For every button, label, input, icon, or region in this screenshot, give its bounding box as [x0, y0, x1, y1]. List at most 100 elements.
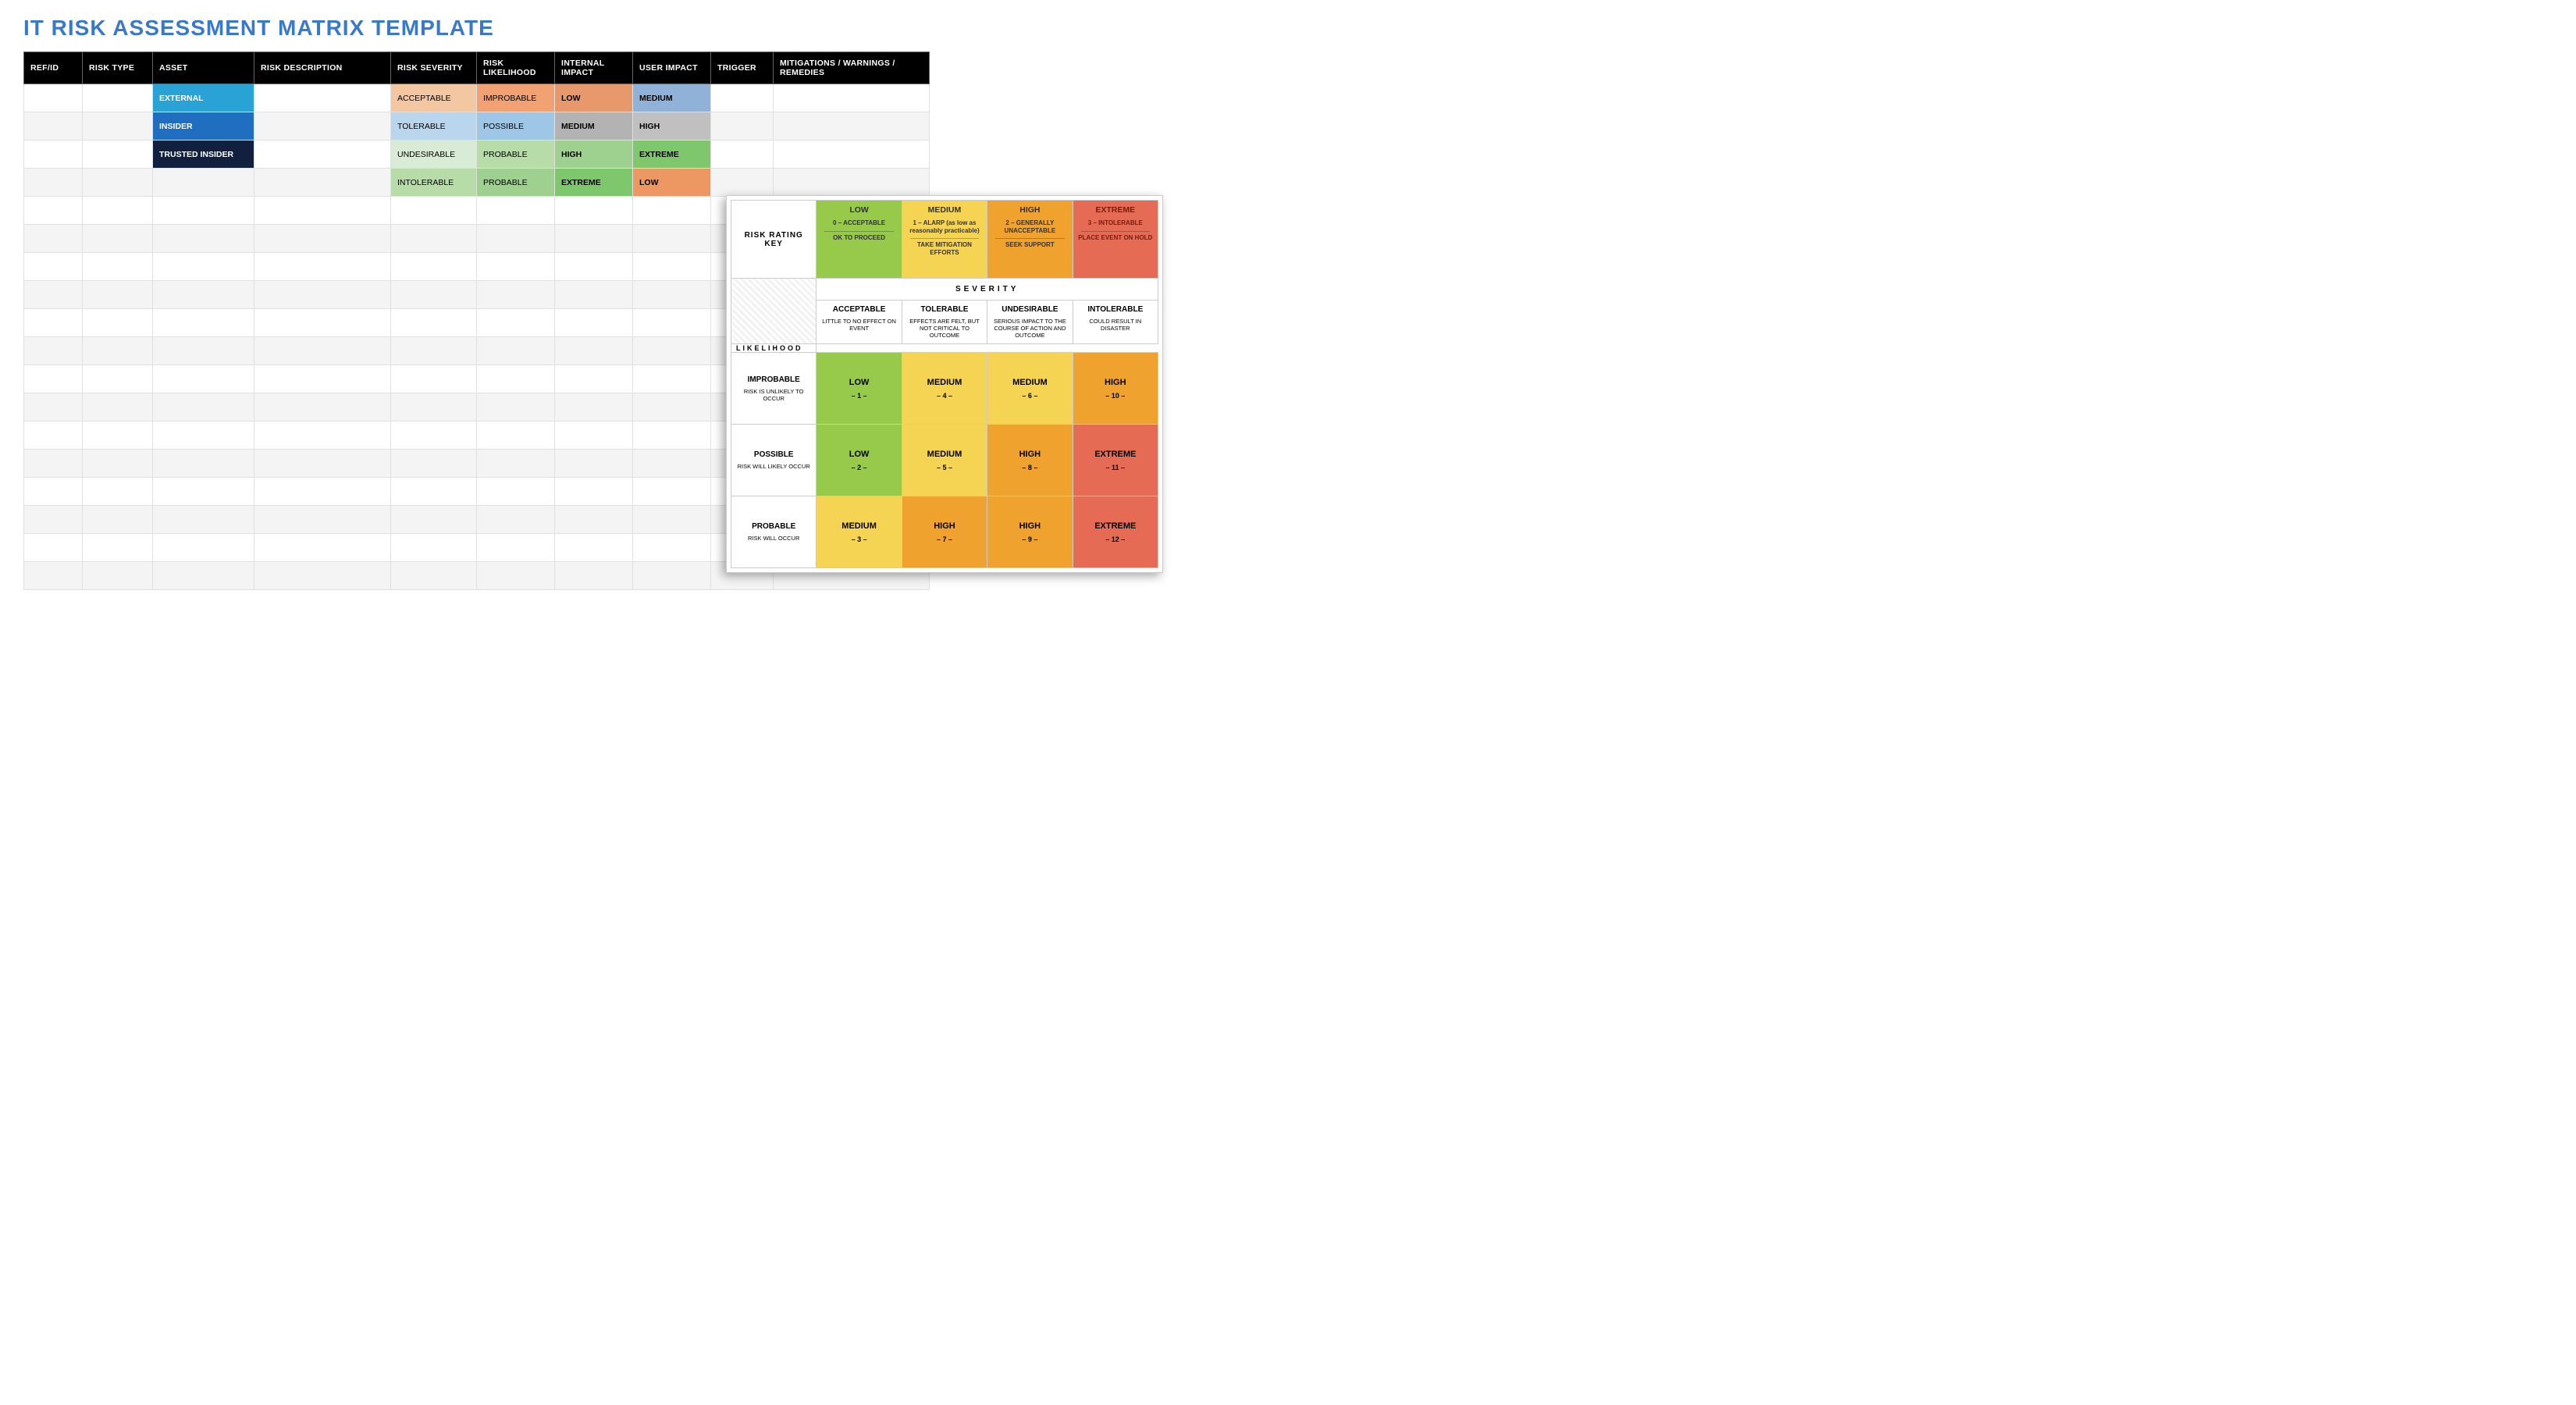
table-cell[interactable]	[83, 534, 153, 562]
table-cell[interactable]	[391, 281, 477, 309]
table-cell[interactable]	[555, 562, 633, 590]
table-cell[interactable]	[83, 337, 153, 365]
table-cell[interactable]	[153, 281, 254, 309]
table-cell[interactable]	[711, 84, 774, 112]
table-cell[interactable]	[24, 84, 83, 112]
table-cell[interactable]	[555, 197, 633, 225]
table-cell[interactable]	[153, 253, 254, 281]
table-cell[interactable]	[477, 365, 555, 393]
table-cell[interactable]	[477, 450, 555, 478]
table-cell[interactable]	[391, 562, 477, 590]
table-cell[interactable]	[633, 506, 711, 534]
table-cell[interactable]	[153, 422, 254, 450]
table-cell[interactable]	[153, 478, 254, 506]
table-cell[interactable]	[24, 225, 83, 253]
table-cell[interactable]	[153, 225, 254, 253]
table-cell[interactable]: LOW	[555, 84, 633, 112]
table-cell[interactable]	[83, 506, 153, 534]
table-cell[interactable]	[711, 112, 774, 140]
table-cell[interactable]	[254, 478, 391, 506]
table-cell[interactable]	[477, 393, 555, 422]
table-cell[interactable]	[555, 393, 633, 422]
table-cell[interactable]	[24, 506, 83, 534]
table-cell[interactable]	[555, 534, 633, 562]
table-cell[interactable]	[153, 450, 254, 478]
table-cell[interactable]	[774, 169, 930, 197]
table-cell[interactable]	[254, 140, 391, 169]
table-cell[interactable]	[83, 140, 153, 169]
table-cell[interactable]	[391, 225, 477, 253]
table-cell[interactable]	[153, 562, 254, 590]
table-cell[interactable]	[477, 562, 555, 590]
table-cell[interactable]: PROBABLE	[477, 169, 555, 197]
table-cell[interactable]	[633, 562, 711, 590]
table-cell[interactable]	[391, 506, 477, 534]
table-cell[interactable]	[153, 169, 254, 197]
table-cell[interactable]	[391, 309, 477, 337]
table-cell[interactable]	[254, 365, 391, 393]
table-cell[interactable]: LOW	[633, 169, 711, 197]
table-cell[interactable]	[24, 562, 83, 590]
table-cell[interactable]	[153, 365, 254, 393]
table-cell[interactable]	[24, 365, 83, 393]
table-cell[interactable]	[477, 309, 555, 337]
table-cell[interactable]	[633, 422, 711, 450]
table-cell[interactable]: MEDIUM	[633, 84, 711, 112]
table-cell[interactable]	[153, 506, 254, 534]
table-cell[interactable]	[83, 365, 153, 393]
table-cell[interactable]	[555, 337, 633, 365]
table-cell[interactable]	[254, 281, 391, 309]
table-cell[interactable]: EXTREME	[555, 169, 633, 197]
table-cell[interactable]: INSIDER	[153, 112, 254, 140]
table-cell[interactable]: UNDESIRABLE	[391, 140, 477, 169]
table-cell[interactable]	[391, 253, 477, 281]
table-cell[interactable]	[477, 337, 555, 365]
table-cell[interactable]	[555, 422, 633, 450]
table-cell[interactable]	[477, 506, 555, 534]
table-cell[interactable]	[83, 309, 153, 337]
table-cell[interactable]: POSSIBLE	[477, 112, 555, 140]
table-cell[interactable]	[254, 112, 391, 140]
table-cell[interactable]: EXTERNAL	[153, 84, 254, 112]
table-cell[interactable]	[391, 450, 477, 478]
table-cell[interactable]	[83, 562, 153, 590]
table-cell[interactable]	[254, 84, 391, 112]
table-cell[interactable]: ACCEPTABLE	[391, 84, 477, 112]
table-cell[interactable]	[24, 169, 83, 197]
table-cell[interactable]	[391, 534, 477, 562]
table-cell[interactable]: TRUSTED INSIDER	[153, 140, 254, 169]
table-cell[interactable]	[24, 140, 83, 169]
table-cell[interactable]	[254, 225, 391, 253]
table-cell[interactable]	[153, 393, 254, 422]
table-cell[interactable]	[83, 112, 153, 140]
table-cell[interactable]	[555, 225, 633, 253]
table-cell[interactable]	[633, 197, 711, 225]
table-cell[interactable]	[555, 281, 633, 309]
table-row[interactable]: INTOLERABLEPROBABLEEXTREMELOW	[24, 169, 930, 197]
table-cell[interactable]	[254, 422, 391, 450]
table-cell[interactable]	[633, 450, 711, 478]
table-cell[interactable]	[83, 225, 153, 253]
table-cell[interactable]	[391, 337, 477, 365]
table-cell[interactable]	[477, 281, 555, 309]
table-cell[interactable]: EXTREME	[633, 140, 711, 169]
table-cell[interactable]	[555, 478, 633, 506]
table-cell[interactable]	[711, 140, 774, 169]
table-cell[interactable]	[254, 197, 391, 225]
table-cell[interactable]	[391, 422, 477, 450]
table-cell[interactable]	[254, 253, 391, 281]
table-cell[interactable]	[83, 422, 153, 450]
table-cell[interactable]	[477, 197, 555, 225]
table-cell[interactable]	[254, 309, 391, 337]
table-cell[interactable]	[83, 281, 153, 309]
table-cell[interactable]	[254, 506, 391, 534]
table-cell[interactable]	[254, 534, 391, 562]
table-cell[interactable]	[633, 534, 711, 562]
table-cell[interactable]	[774, 112, 930, 140]
table-cell[interactable]	[83, 478, 153, 506]
table-cell[interactable]	[153, 534, 254, 562]
table-cell[interactable]	[555, 253, 633, 281]
table-cell[interactable]	[83, 393, 153, 422]
table-cell[interactable]	[153, 309, 254, 337]
table-cell[interactable]: IMPROBABLE	[477, 84, 555, 112]
